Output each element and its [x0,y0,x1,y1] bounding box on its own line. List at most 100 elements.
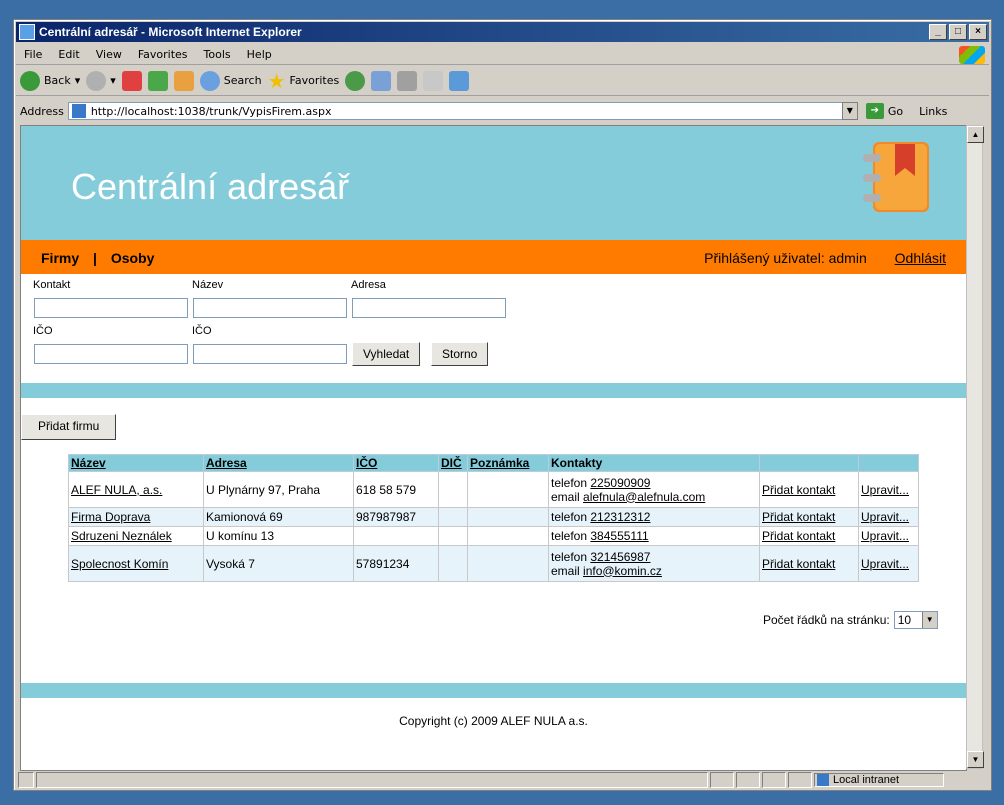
edit-link[interactable]: Upravit... [861,557,909,571]
rows-per-page-value: 10 [897,613,912,627]
firm-name-link[interactable]: ALEF NULA, a.s. [71,483,162,497]
search-submit-button[interactable]: Vyhledat [352,342,421,366]
main-nav: Firmy | Osoby Přihlášený uživatel: admin… [21,240,966,274]
refresh-icon[interactable] [147,70,168,91]
col-contacts-header: Kontakty [548,454,760,472]
home-icon[interactable] [173,70,194,91]
adresa-input[interactable] [352,298,506,318]
rows-per-page-select[interactable]: 10 ▼ [893,611,938,629]
firm-ico [353,526,439,546]
firm-dic [438,526,468,546]
logged-user-label: Přihlášený uživatel: admin [704,250,867,266]
firm-ico: 57891234 [353,545,439,582]
ie-icon [19,24,35,40]
intranet-icon [817,773,829,786]
email-link[interactable]: alefnula@alefnula.com [583,490,705,504]
search-icon [199,70,220,91]
add-contact-link[interactable]: Přidat kontakt [762,557,835,571]
messenger-icon[interactable] [449,70,470,91]
add-contact-link[interactable]: Přidat kontakt [762,483,835,497]
logout-link[interactable]: Odhlásit [895,250,946,266]
firm-ico: 618 58 579 [353,471,439,508]
contact-type: telefon [551,529,588,543]
firm-address: U komínu 13 [203,526,354,546]
status-cell [788,771,812,788]
email-link[interactable]: info@komin.cz [583,564,662,578]
phone-link[interactable]: 321456987 [590,550,650,564]
back-label: Back [44,74,71,87]
stop-icon[interactable] [121,70,142,91]
status-cell [762,771,786,788]
page-icon [70,103,87,119]
status-bar: Local intranet [16,771,989,788]
add-contact-link[interactable]: Přidat kontakt [762,529,835,543]
menu-help[interactable]: Help [239,48,280,61]
back-arrow-icon [20,70,40,91]
separator-band [21,383,966,398]
back-dropdown-icon[interactable]: ▾ [75,74,81,87]
address-bar: Address http://localhost:1038/trunk/Vypi… [16,100,989,122]
phone-link[interactable]: 225090909 [590,476,650,490]
links-button[interactable]: Links [919,105,947,118]
forward-arrow-icon [86,70,107,91]
maximize-button[interactable]: □ [949,24,967,40]
window-title: Centrální adresář - Microsoft Internet E… [39,25,302,39]
contact-type: telefon [551,510,588,524]
address-url: http://localhost:1038/trunk/VypisFirem.a… [90,104,332,118]
contact-type: telefon [551,475,588,490]
address-dropdown-icon[interactable]: ▼ [841,102,858,120]
back-button[interactable]: Back ▾ [20,70,81,91]
edit-icon[interactable] [423,70,444,91]
firm-name-link[interactable]: Spolecnost Komín [71,557,168,571]
go-button[interactable]: ➔ Go [865,103,903,119]
add-firm-button[interactable]: Přidat firmu [21,414,117,440]
edit-link[interactable]: Upravit... [861,510,909,524]
col-note-header[interactable]: Poznámka [467,454,549,472]
footer-band [21,683,966,698]
kontakt-input[interactable] [34,298,188,318]
menu-file[interactable]: File [16,48,50,61]
col-dic-header[interactable]: DIČ [438,454,468,472]
mail-icon[interactable] [371,70,392,91]
col-ico-header[interactable]: IČO [353,454,439,472]
firm-contacts: telefon 212312312 [548,507,760,527]
phone-link[interactable]: 384555111 [590,529,648,543]
edit-link[interactable]: Upravit... [861,529,909,543]
minimize-button[interactable]: _ [929,24,947,40]
nazev-input[interactable] [193,298,347,318]
zone-label: Local intranet [833,773,900,786]
print-icon[interactable] [397,70,418,91]
search-button[interactable]: Search [199,70,262,91]
forward-dropdown-icon[interactable]: ▾ [110,74,116,87]
favorites-button[interactable]: ★ Favorites [268,69,340,93]
status-cell [736,771,760,788]
add-contact-link[interactable]: Přidat kontakt [762,510,835,524]
col-add-header [759,454,859,472]
edit-link[interactable]: Upravit... [861,483,909,497]
col-name-header[interactable]: Název [68,454,204,472]
address-input[interactable]: http://localhost:1038/trunk/VypisFirem.a… [67,102,858,120]
phone-link[interactable]: 212312312 [590,510,650,524]
menu-favorites[interactable]: Favorites [130,48,196,61]
favorites-label: Favorites [289,74,340,87]
forward-button[interactable]: ▾ [86,70,116,91]
zone-indicator: Local intranet [814,772,944,787]
firm-dic [438,471,468,508]
nav-firms-link[interactable]: Firmy [41,250,79,266]
cancel-button[interactable]: Storno [431,342,489,366]
menu-edit[interactable]: Edit [50,48,87,61]
firm-name-link[interactable]: Sdruzeni Neználek [71,529,172,543]
menu-tools[interactable]: Tools [196,48,239,61]
firm-name-link[interactable]: Firma Doprava [71,510,150,524]
scroll-up-icon[interactable]: ▲ [967,126,984,143]
firms-table: Název Adresa IČO DIČ Poznámka Kontakty A… [68,454,919,582]
col-address-header[interactable]: Adresa [203,454,354,472]
nav-persons-link[interactable]: Osoby [111,250,155,266]
ico-input-2[interactable] [193,344,347,364]
menu-view[interactable]: View [88,48,130,61]
scroll-down-icon[interactable]: ▼ [967,751,984,768]
close-button[interactable]: × [969,24,987,40]
vertical-scrollbar[interactable]: ▲ ▼ [966,125,984,769]
history-icon[interactable] [345,70,366,91]
ico-input-1[interactable] [34,344,188,364]
